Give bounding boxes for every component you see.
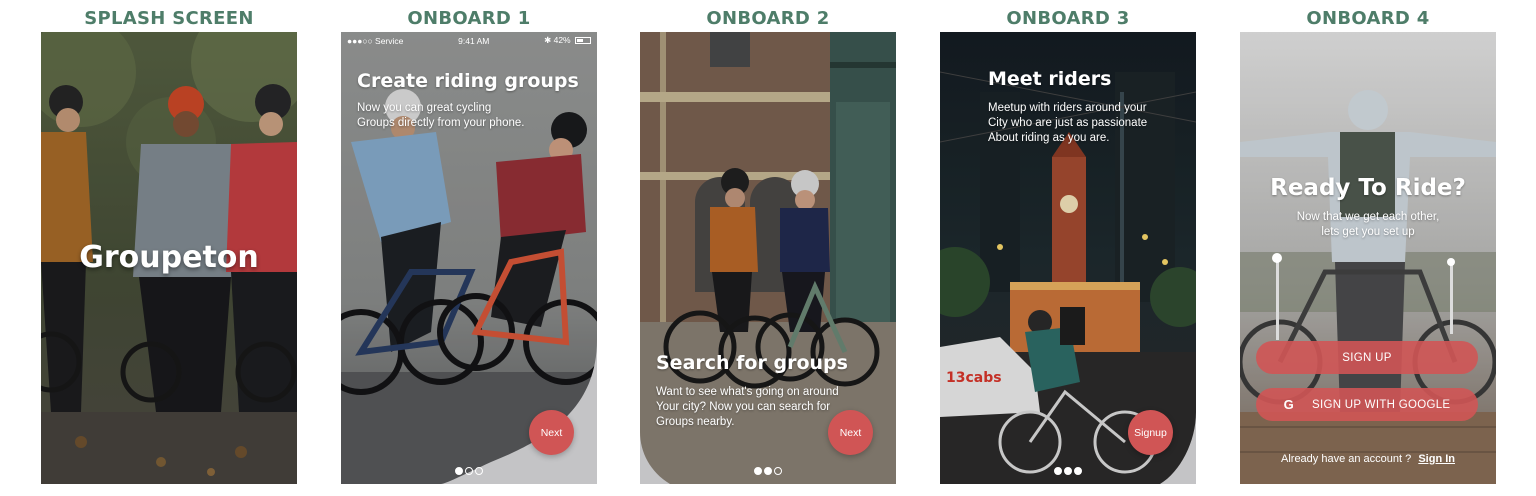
- page-dot: [475, 467, 483, 475]
- onboard3-column: ONBOARD 3 13cabs Meet riders Meetup with…: [940, 0, 1196, 496]
- onboard2-screen: Search for groups Want to see what's goi…: [640, 32, 896, 484]
- column-title: ONBOARD 2: [706, 8, 830, 29]
- signin-link[interactable]: Sign In: [1418, 453, 1455, 465]
- page-dot: [1054, 467, 1062, 475]
- page-dot: [754, 467, 762, 475]
- onboard3-screen: 13cabs Meet riders Meetup with riders ar…: [940, 32, 1196, 484]
- column-title: ONBOARD 4: [1306, 8, 1430, 29]
- page-dot: [774, 467, 782, 475]
- page-dot: [465, 467, 473, 475]
- onboard4-column: ONBOARD 4 Ready To Ride? Now that we get…: [1240, 0, 1496, 496]
- next-button[interactable]: Next: [529, 410, 574, 455]
- page-dot: [1074, 467, 1082, 475]
- onboard1-screen: ●●●○○ Service 9:41 AM ✱ 42% Create ridin…: [341, 32, 597, 484]
- page-dot: [764, 467, 772, 475]
- page-indicator: [640, 467, 896, 475]
- signup-button[interactable]: SIGN UP: [1256, 341, 1478, 374]
- splash-column: SPLASH SCREEN Groupeton: [41, 0, 297, 496]
- onboard4-screen: Ready To Ride? Now that we get each othe…: [1240, 32, 1496, 484]
- description-line: lets get you set up: [1321, 226, 1415, 238]
- description-line: Now that we get each other,: [1296, 211, 1440, 223]
- app-name: Groupeton: [79, 240, 259, 275]
- splash-screen: Groupeton: [41, 32, 297, 484]
- google-signup-button[interactable]: G SIGN UP WITH GOOGLE: [1256, 388, 1478, 421]
- onboard2-column: ONBOARD 2 Search for groups Want to see …: [640, 0, 896, 496]
- page-indicator: [341, 467, 597, 475]
- page-indicator: [940, 467, 1196, 475]
- next-button[interactable]: Next: [828, 410, 873, 455]
- column-title: SPLASH SCREEN: [84, 8, 254, 29]
- google-signup-label: SIGN UP WITH GOOGLE: [1312, 398, 1451, 411]
- page-dot: [455, 467, 463, 475]
- column-title: ONBOARD 1: [407, 8, 531, 29]
- signup-button[interactable]: Signup: [1128, 410, 1173, 455]
- page-dot: [1064, 467, 1072, 475]
- account-prompt: Already have an account ?: [1281, 453, 1412, 465]
- onboard-heading: Ready To Ride?: [1270, 175, 1466, 201]
- google-icon: G: [1283, 397, 1294, 412]
- signin-row: Already have an account ? Sign In: [1240, 453, 1496, 465]
- onboard1-column: ONBOARD 1 ●●●○○ Service 9:41 AM ✱ 42% Cr…: [341, 0, 597, 496]
- onboard-description: Now that we get each other, lets get you…: [1240, 210, 1496, 240]
- column-title: ONBOARD 3: [1006, 8, 1130, 29]
